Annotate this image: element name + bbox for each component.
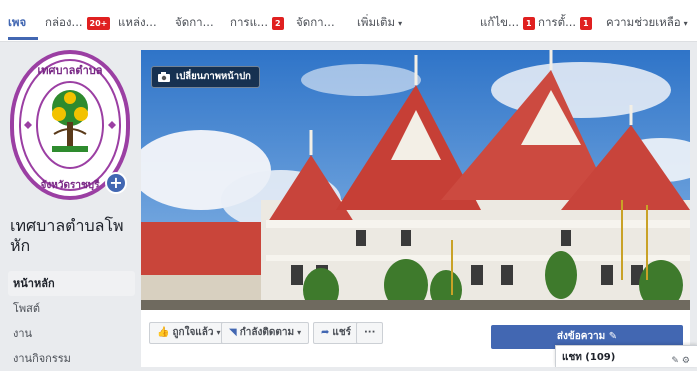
more-options-button[interactable]: ··· <box>356 322 384 344</box>
nav-tab-label: เพจ <box>8 15 27 29</box>
nav-tab-label: การตั้... <box>538 15 577 29</box>
svg-text:เทศบาลตำบล: เทศบาลตำบล <box>38 64 103 77</box>
active-tab-indicator <box>8 37 38 40</box>
like-label: ถูกใจแล้ว <box>172 327 214 338</box>
follow-button[interactable]: ◥ กำลังติดตาม ▾ <box>221 322 310 344</box>
nav-tab-manage-jobs[interactable]: จัดกา... <box>175 14 214 32</box>
notification-badge: 1 <box>523 16 535 30</box>
add-photo-icon[interactable]: + <box>105 172 127 194</box>
sidebar-item-events[interactable]: งานกิจกรรม <box>8 346 135 371</box>
nav-tab-label: การแ... <box>230 15 268 29</box>
change-cover-label: เปลี่ยนภาพหน้าปก <box>176 71 251 82</box>
sidebar-item-jobs[interactable]: งาน <box>8 321 135 346</box>
page-top-nav: เพจ กล่อง... 20+ แหล่ง... จัดกา... การแ.… <box>0 0 697 42</box>
notification-badge: 1 <box>580 16 592 30</box>
caret-down-icon: ▾ <box>683 18 688 28</box>
chat-label: แชท (109) <box>562 352 616 363</box>
chat-toolbar-icons[interactable]: ✎⚙ <box>671 356 693 366</box>
caret-down-icon: ▾ <box>216 328 221 337</box>
page-name: เทศบาลตำบลโพหัก <box>10 216 124 255</box>
camera-icon <box>158 72 170 82</box>
nav-settings[interactable]: การตั้... 1 <box>538 14 592 32</box>
notification-badge: 20+ <box>86 16 111 30</box>
page-sidebar: เทศบาลตำบล จังหวัดราชบุรี + เทศบาลตำบลโพ… <box>0 42 140 367</box>
thumbs-up-icon: 👍 <box>157 327 170 338</box>
send-message-label: ส่งข้อความ <box>556 331 606 342</box>
sidebar-item-home[interactable]: หน้าหลัก <box>8 271 135 296</box>
cover-photo[interactable]: เปลี่ยนภาพหน้าปก <box>141 50 690 310</box>
nav-tab-label: กล่อง... <box>45 15 83 29</box>
notification-badge: 2 <box>271 16 284 30</box>
nav-tab-inbox[interactable]: กล่อง... 20+ <box>45 14 111 32</box>
nav-tab-label: จัดกา... <box>175 15 214 29</box>
svg-text:จังหวัดราชบุรี: จังหวัดราชบุรี <box>41 179 101 191</box>
follow-label: กำลังติดตาม <box>239 327 295 338</box>
chat-bar[interactable]: แชท (109) ✎⚙ <box>555 345 697 367</box>
share-button[interactable]: ➦ แชร์ <box>313 322 359 344</box>
nav-help[interactable]: ความช่วยเหลือ ▾ <box>606 14 688 32</box>
nav-tab-label: ความช่วยเหลือ <box>606 15 681 29</box>
nav-tab-resources[interactable]: แหล่ง... <box>118 14 157 32</box>
change-cover-button[interactable]: เปลี่ยนภาพหน้าปก <box>151 66 260 88</box>
cover-building-image <box>141 50 690 310</box>
nav-tab-label: จัดกา... <box>296 15 335 29</box>
nav-tab-label: แก้ไข... <box>480 15 519 29</box>
nav-tab-notifications[interactable]: การแ... 2 <box>230 14 284 32</box>
nav-tab-label: เพิ่มเติม <box>357 15 396 29</box>
nav-edit-page-info[interactable]: แก้ไข... 1 <box>480 14 535 32</box>
caret-down-icon: ▾ <box>297 328 302 337</box>
sidebar-menu: หน้าหลัก โพสต์ งาน งานกิจกรรม <box>8 271 135 371</box>
share-label: แชร์ <box>332 327 351 338</box>
pencil-icon: ✎ <box>608 331 618 342</box>
like-button[interactable]: 👍 ถูกใจแล้ว ▾ <box>149 322 229 344</box>
rss-icon: ◥ <box>229 327 237 338</box>
nav-tab-page[interactable]: เพจ <box>8 14 26 32</box>
sidebar-item-posts[interactable]: โพสต์ <box>8 296 135 321</box>
nav-tab-publishing[interactable]: จัดกา... <box>296 14 335 32</box>
caret-down-icon: ▾ <box>398 18 403 28</box>
nav-tab-more[interactable]: เพิ่มเติม ▾ <box>357 14 402 32</box>
nav-tab-label: แหล่ง... <box>118 15 157 29</box>
share-arrow-icon: ➦ <box>321 327 330 338</box>
